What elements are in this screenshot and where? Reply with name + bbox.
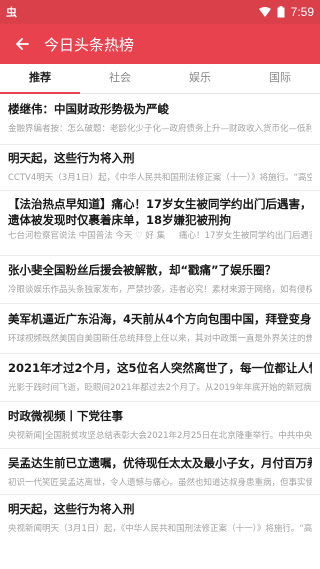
- status-bar: 虫 7:59: [0, 0, 320, 24]
- tab-international[interactable]: 国际: [240, 64, 320, 93]
- status-icons: 7:59: [258, 5, 314, 19]
- article-summary: CCTV4明天（3月1日）起，《中华人民共和国刑法修正案（十一）》将施行。“高空…: [8, 173, 312, 183]
- wifi-icon: [258, 7, 271, 17]
- list-item[interactable]: 吴孟达生前已立遗嘱，优待现任太太及最小子女，月付百万养三个家 初识一代笑匠吴孟达…: [0, 449, 320, 495]
- back-button[interactable]: [0, 24, 44, 64]
- arrow-left-icon: [16, 38, 29, 50]
- article-summary: 光影于践时间飞逝，眨眼间2021年都过去2个月了。从2019年年底开始的新冠病毒…: [8, 383, 312, 393]
- article-summary: 七台河检察官说法 中国普法 今天 ♡ 好 集 痛心！17岁女生被同学约出门后遇害…: [8, 231, 312, 241]
- list-item[interactable]: 楼继伟：中国财政形势极为严峻 金融界编者按：怎么破题：老龄化少子化—政府债务上升…: [0, 95, 320, 145]
- list-item[interactable]: 美军机逼近广东沿海，4天前从4个方向包围中国，拜登变身战争狂人 环球视频既然美国…: [0, 304, 320, 354]
- app-bar: 今日头条热榜: [0, 24, 320, 64]
- tab-society[interactable]: 社会: [80, 64, 160, 93]
- article-title: 楼继伟：中国财政形势极为严峻: [8, 102, 169, 116]
- tab-recommend[interactable]: 推荐: [0, 64, 80, 94]
- article-summary: 央视新闻|全国脱贫攻坚总结表彰大会2021年2月25日在北京隆重举行。中共中央总…: [8, 431, 312, 441]
- list-item[interactable]: 明天起，这些行为将入刑 CCTV4明天（3月1日）起，《中华人民共和国刑法修正案…: [0, 145, 320, 191]
- article-list: 楼继伟：中国财政形势极为严峻 金融界编者按：怎么破题：老龄化少子化—政府债务上升…: [0, 95, 320, 569]
- list-item[interactable]: 【法治热点早知道】痛心！17岁女生被同学约出门后遇害，遗体被发现时仅裹着床单，1…: [0, 191, 320, 256]
- list-item[interactable]: 明天起，这些行为将入刑 央视新闻明天（3月1日）起，《中华人民共和国刑法修正案（…: [0, 495, 320, 545]
- article-title: 2021年才过2个月，这5位名人突然离世了，每一位都让人惋惜: [8, 361, 312, 375]
- tab-entertainment[interactable]: 娱乐: [160, 64, 240, 93]
- status-time: 7:59: [290, 5, 314, 19]
- article-title: 美军机逼近广东沿海，4天前从4个方向包围中国，拜登变身战争狂人: [8, 312, 312, 326]
- list-item[interactable]: 时政微视频丨下党往事 央视新闻|全国脱贫攻坚总结表彰大会2021年2月25日在北…: [0, 402, 320, 449]
- article-summary: 环球视频既然美国自美国新任总统拜登上任以来，其对中政策一直是外界关注的焦点。而在…: [8, 334, 312, 344]
- article-summary: 冷眼谈娱乐作品头条独家发布，严禁抄袭，违者必究！素材来源于网络，如有侵权请联系删…: [8, 285, 312, 295]
- app-notification-icon: 虫: [6, 6, 17, 19]
- article-title: 明天起，这些行为将入刑: [8, 502, 135, 516]
- article-summary: 初识一代笑匠吴孟达离世，令人遗憾与痛心。虽然也知道达叔身患重病，但事实使用到情况…: [8, 478, 312, 488]
- article-title: 张小斐全国粉丝后援会被解散，却“戳痛”了娱乐圈？: [8, 263, 277, 277]
- battery-icon: [277, 6, 285, 18]
- list-item[interactable]: 2021年才过2个月，这5位名人突然离世了，每一位都让人惋惜 光影于践时间飞逝，…: [0, 354, 320, 402]
- article-title: 明天起，这些行为将入刑: [8, 151, 135, 165]
- page-title: 今日头条热榜: [44, 36, 135, 54]
- list-item[interactable]: 张小斐全国粉丝后援会被解散，却“戳痛”了娱乐圈？ 冷眼谈娱乐作品头条独家发布，严…: [0, 256, 320, 304]
- article-title: 吴孟达生前已立遗嘱，优待现任太太及最小子女，月付百万养三个家: [8, 456, 312, 470]
- article-summary: 央视新闻明天（3月1日）起，《中华人民共和国刑法修正案（十一）》将施行。“高空抛…: [8, 524, 312, 534]
- article-summary: 金融界编者按：怎么破题：老龄化少子化—政府债务上升—财政收入货币化—低利率、货币…: [8, 124, 312, 134]
- article-title: 时政微视频丨下党往事: [8, 409, 123, 423]
- article-title: 【法治热点早知道】痛心！17岁女生被同学约出门后遇害，遗体被发现时仅裹着床单，1…: [8, 197, 312, 227]
- category-tabs: 推荐 社会 娱乐 国际: [0, 64, 320, 94]
